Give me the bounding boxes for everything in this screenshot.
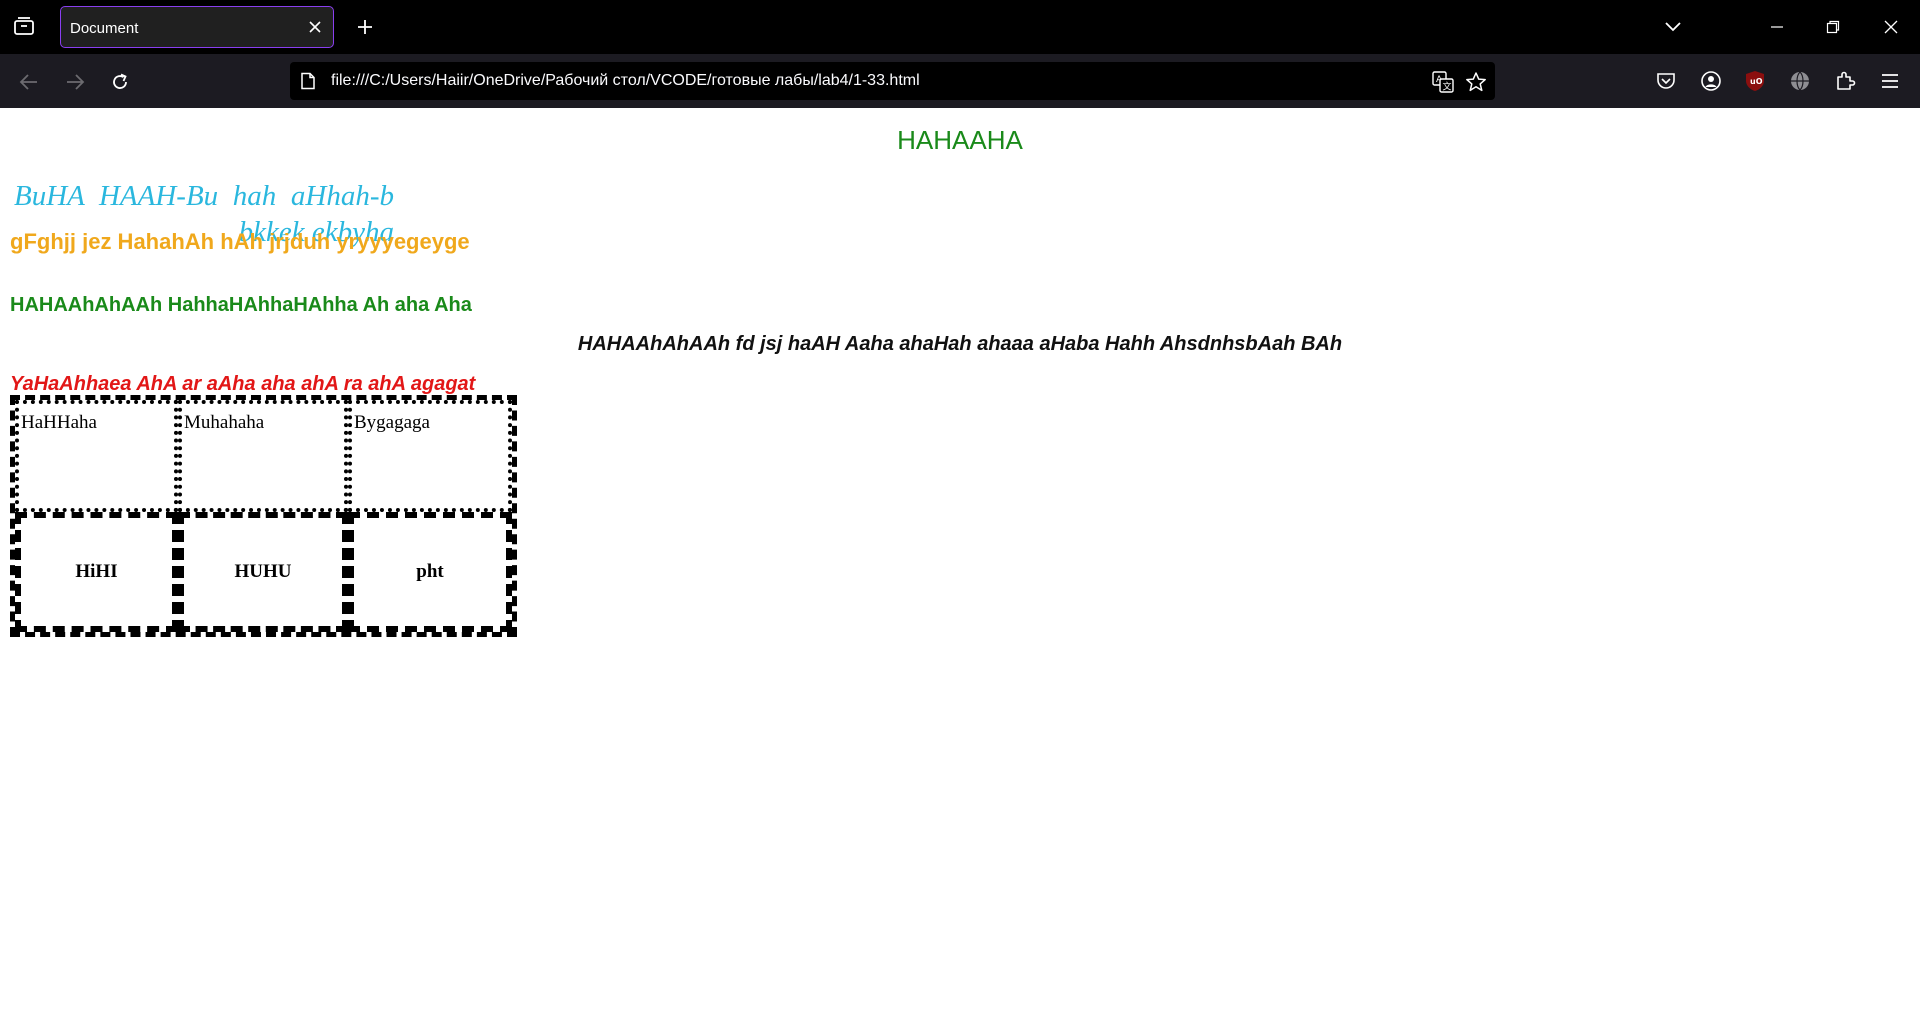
plus-icon[interactable] [350,12,380,42]
page-icon [298,71,318,91]
table-cell: Bygagaga [348,400,512,512]
svg-text:文: 文 [1443,81,1452,93]
cell-text: HaHHaha [21,412,97,433]
minimize-icon[interactable] [1762,14,1792,40]
hamburger-menu-icon[interactable] [1876,67,1904,95]
globe-icon[interactable] [1786,67,1814,95]
ublock-icon[interactable]: uO [1741,67,1769,95]
cell-text: HiHI [75,561,118,582]
green-paragraph: HAHAAhAhAAh HahhaHAhhaHAhha Ah aha Aha [10,294,472,316]
reload-icon[interactable] [105,67,135,97]
chevron-down-icon[interactable] [1660,14,1686,40]
url-text[interactable]: file:///C:/Users/Haiir/OneDrive/Рабочий … [331,72,920,90]
address-bar[interactable]: file:///C:/Users/Haiir/OneDrive/Рабочий … [290,62,1495,100]
table-cell: HaHHaha [15,400,178,512]
table-cell: Muhahaha [178,400,348,512]
restore-icon[interactable] [1818,14,1848,40]
table-row: HiHI HUHU pht [15,512,512,632]
tab-list-icon[interactable] [8,10,40,42]
navigation-toolbar: file:///C:/Users/Haiir/OneDrive/Рабочий … [0,54,1920,108]
account-icon[interactable] [1697,67,1725,95]
red-italic-paragraph: YaHaAhhaea AhA ar aAha aha ahA ra ahA ag… [10,373,476,395]
extensions-icon[interactable] [1831,67,1859,95]
orange-paragraph: gFghjj jez HahahAh hAh jrjduh yryyyegeyg… [10,229,470,254]
cell-text: pht [416,561,444,582]
page-content: HAHAAHA BuHA HAAH-Bu hah aHhah-b bkkek e… [0,108,1920,1020]
close-icon[interactable] [305,17,325,37]
table-row: HaHHaha Muhahaha Bygagaga [15,400,512,512]
black-italic-paragraph: HAHAAhAhAAh fd jsj haAH Aaha ahaHah ahaa… [577,333,1343,355]
tab-document[interactable]: Document [60,6,334,48]
window-close-icon[interactable] [1876,14,1906,40]
table-cell: HUHU [178,512,348,632]
tab-bar: Document [0,0,1920,54]
tab-title: Document [70,20,139,37]
pocket-icon[interactable] [1652,67,1680,95]
cell-text: Muhahaha [184,412,265,433]
table-cell: HiHI [15,512,178,632]
translate-icon[interactable]: A文 [1431,70,1455,94]
table-cell: pht [348,512,512,632]
bordered-table: HaHHaha Muhahaha Bygagaga HiHI HUHU pht [10,395,517,637]
back-arrow-icon[interactable] [14,67,44,97]
cell-text: Bygagaga [354,412,430,433]
star-icon[interactable] [1464,70,1488,94]
cell-text: HUHU [234,561,292,582]
page-heading: HAHAAHA [897,125,1023,155]
svg-text:uO: uO [1750,77,1763,86]
forward-arrow-icon[interactable] [60,67,90,97]
